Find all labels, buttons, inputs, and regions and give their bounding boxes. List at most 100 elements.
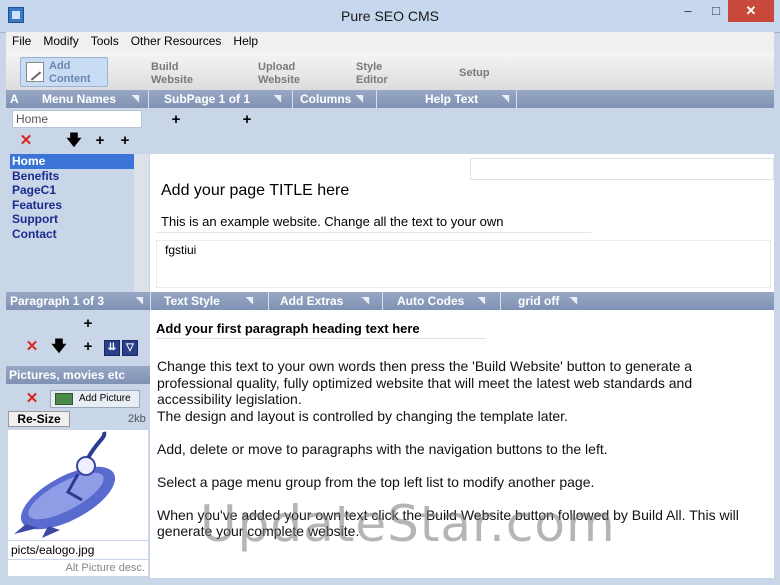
move-paragraph-down-button[interactable]: 🡇 bbox=[51, 339, 67, 355]
resize-button[interactable]: Re-Size bbox=[8, 411, 70, 427]
add-content-button[interactable]: Add Content bbox=[20, 57, 108, 87]
auto-codes-button[interactable]: Auto Codes bbox=[397, 294, 464, 308]
build-website-label-1: Build bbox=[151, 61, 179, 73]
dropdown-arrow-icon: ◥ bbox=[246, 295, 253, 305]
subpage-button[interactable]: SubPage 1 of 1 bbox=[164, 92, 250, 106]
page-item-home[interactable]: Home bbox=[10, 154, 134, 169]
edit-page-icon bbox=[26, 62, 44, 82]
move-down-button[interactable]: 🡇 bbox=[66, 133, 82, 149]
page-item-pagec1[interactable]: PageC1 bbox=[10, 183, 134, 198]
dropdown-arrow-icon: ◥ bbox=[136, 295, 143, 305]
dropdown-arrow-icon: ◥ bbox=[132, 93, 139, 103]
help-text-field[interactable] bbox=[470, 158, 774, 180]
upload-website-label-2: Website bbox=[258, 74, 300, 86]
help-text-button[interactable]: Help Text bbox=[425, 92, 478, 106]
menu-file[interactable]: File bbox=[6, 32, 37, 50]
build-website-label-2: Website bbox=[151, 74, 193, 86]
a-button[interactable]: A bbox=[10, 92, 19, 106]
setup-button[interactable]: Setup bbox=[459, 67, 490, 80]
divider bbox=[516, 90, 517, 108]
menu-modify[interactable]: Modify bbox=[37, 32, 84, 50]
page-header-editor: Add your page TITLE here This is an exam… bbox=[150, 154, 774, 294]
dropdown-arrow-icon: ◥ bbox=[570, 295, 577, 305]
menu-bar: File Modify Tools Other Resources Help bbox=[6, 32, 774, 52]
dropdown-arrow-icon: ◥ bbox=[478, 295, 485, 305]
paragraph-line: Change this text to your own words then … bbox=[157, 358, 693, 374]
dropdown-arrow-icon: ◥ bbox=[502, 93, 509, 103]
menu-tools[interactable]: Tools bbox=[85, 32, 125, 50]
add-subpage-icon[interactable]: + bbox=[168, 112, 184, 128]
add-paragraph-button[interactable]: + bbox=[80, 339, 96, 355]
paragraph-counter: Paragraph 1 of 3 bbox=[10, 294, 105, 308]
watermark: UpdateStar.com bbox=[200, 495, 616, 553]
dropdown-arrow-icon: ◥ bbox=[274, 93, 281, 103]
menu-names-button[interactable]: Menu Names bbox=[42, 92, 116, 106]
dropdown-arrow-icon: ◥ bbox=[356, 93, 363, 103]
add-picture-button[interactable]: Add Picture bbox=[50, 390, 140, 408]
style-editor-label-2: Editor bbox=[356, 74, 388, 86]
picture-preview[interactable] bbox=[8, 430, 148, 540]
add-content-label-1: Add bbox=[49, 60, 71, 72]
rocket-logo-image bbox=[14, 431, 116, 538]
window-title: Pure SEO CMS bbox=[340, 8, 440, 24]
page-list-scrollbar[interactable] bbox=[134, 154, 149, 294]
page-item-features[interactable]: Features bbox=[10, 198, 134, 213]
grid-toggle-button[interactable]: grid off bbox=[518, 294, 559, 308]
alt-text-field[interactable]: Alt Picture desc. bbox=[8, 560, 148, 576]
divider bbox=[376, 90, 377, 108]
menu-strip: A Menu Names ◥ SubPage 1 of 1 ◥ Columns … bbox=[6, 90, 774, 108]
delete-paragraph-button[interactable]: ✕ bbox=[24, 339, 40, 355]
page-list: Home Benefits PageC1 Features Support Co… bbox=[10, 154, 134, 290]
delete-page-button[interactable]: ✕ bbox=[18, 133, 34, 149]
paragraph-line: Select a page menu group from the top le… bbox=[157, 473, 595, 490]
upload-website-label-1: Upload bbox=[258, 61, 296, 73]
style-editor-label-1: Style bbox=[356, 61, 383, 73]
paragraph-line: accessibility legislation. bbox=[157, 391, 302, 407]
add-page-button[interactable]: + bbox=[92, 133, 108, 149]
upload-website-button[interactable]: Upload Website bbox=[258, 61, 300, 87]
add-column-icon[interactable]: + bbox=[239, 112, 255, 128]
picture-size: 2kb bbox=[128, 413, 146, 425]
divider bbox=[148, 90, 149, 108]
toolbar: Add Content Build Website Upload Website St… bbox=[6, 52, 774, 91]
paragraph-line: professional quality, fully optimized we… bbox=[157, 374, 693, 391]
text-style-button[interactable]: Text Style bbox=[164, 294, 220, 308]
paragraph-line: The design and layout is controlled by c… bbox=[157, 407, 568, 424]
picture-icon bbox=[55, 393, 73, 405]
pictures-panel: ✕ Add Picture Re-Size 2kb picts/ealogo.j… bbox=[6, 384, 150, 578]
divider bbox=[268, 292, 269, 310]
divider bbox=[150, 292, 151, 310]
paragraph-line: Add, delete or move to paragraphs with t… bbox=[157, 440, 608, 457]
menu-other-resources[interactable]: Other Resources bbox=[125, 32, 228, 50]
paragraph-heading-field[interactable]: Add your first paragraph heading text he… bbox=[156, 320, 486, 339]
page-item-support[interactable]: Support bbox=[10, 212, 134, 227]
page-item-contact[interactable]: Contact bbox=[10, 227, 134, 242]
page-item-benefits[interactable]: Benefits bbox=[10, 169, 134, 184]
page-keywords-field[interactable]: fgstiui bbox=[156, 240, 771, 288]
style-editor-button[interactable]: Style Editor bbox=[356, 61, 388, 87]
divider bbox=[500, 292, 501, 310]
menu-name-input[interactable]: Home bbox=[12, 110, 142, 128]
picture-filename-field[interactable]: picts/ealogo.jpg bbox=[8, 541, 148, 559]
close-button[interactable]: ✕ bbox=[728, 0, 774, 22]
delete-picture-button[interactable]: ✕ bbox=[24, 391, 40, 407]
menu-help[interactable]: Help bbox=[227, 32, 264, 50]
add-paragraph-above-button[interactable]: + bbox=[80, 316, 96, 332]
next-paragraph-icon[interactable]: ⇊ bbox=[104, 340, 120, 356]
divider bbox=[382, 292, 383, 310]
paragraph-strip: Paragraph 1 of 3 ◥ Text Style ◥ Add Extr… bbox=[6, 292, 774, 310]
last-paragraph-icon[interactable]: ▽ bbox=[122, 340, 138, 356]
page-description-field[interactable]: This is an example website. Change all t… bbox=[156, 212, 591, 233]
title-bar: Pure SEO CMS – □ ✕ bbox=[0, 0, 780, 33]
pictures-title: Pictures, movies etc bbox=[9, 368, 126, 382]
add-subpage-button[interactable]: + bbox=[117, 133, 133, 149]
page-title-field[interactable]: Add your page TITLE here bbox=[156, 180, 601, 202]
add-extras-button[interactable]: Add Extras bbox=[280, 294, 343, 308]
pictures-header: Pictures, movies etc bbox=[6, 366, 150, 384]
add-picture-label: Add Picture bbox=[79, 393, 131, 404]
add-content-label-2: Content bbox=[49, 73, 91, 85]
dropdown-arrow-icon: ◥ bbox=[362, 295, 369, 305]
divider bbox=[292, 90, 293, 108]
columns-button[interactable]: Columns bbox=[300, 92, 351, 106]
build-website-button[interactable]: Build Website bbox=[151, 61, 193, 87]
